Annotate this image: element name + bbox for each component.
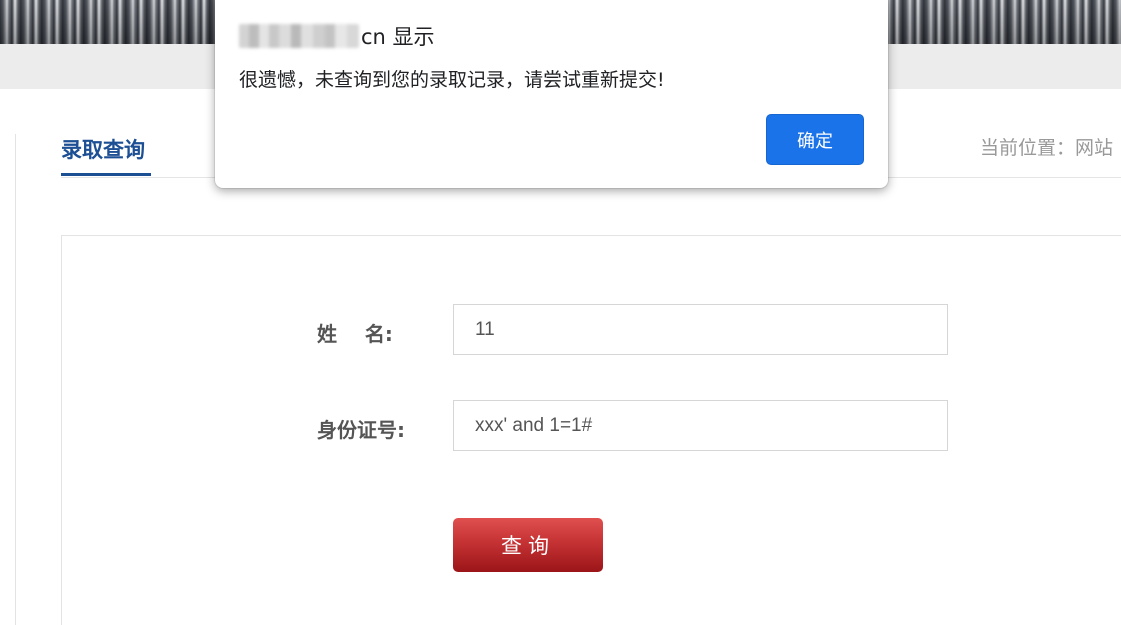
id-number-label: 身份证号:: [317, 418, 405, 442]
name-input[interactable]: [453, 304, 948, 355]
dialog-title: cn 显示: [239, 22, 435, 50]
blurred-domain-placeholder: [239, 24, 359, 48]
tab-active-indicator: [61, 173, 151, 176]
page: 录取查询 当前位置：网站 姓 名: 身份证号: 查询 cn 显示 很遗憾，未查询…: [0, 0, 1121, 625]
alert-dialog: cn 显示 很遗憾，未查询到您的录取记录，请尝试重新提交! 确定: [215, 0, 888, 188]
dialog-message: 很遗憾，未查询到您的录取记录，请尝试重新提交!: [239, 69, 665, 91]
tab-admission-query[interactable]: 录取查询: [61, 134, 145, 164]
sidebar-divider: [15, 134, 16, 625]
id-number-input[interactable]: [453, 400, 948, 451]
dialog-title-text: cn 显示: [361, 25, 435, 49]
name-label: 姓 名:: [317, 322, 393, 346]
dialog-ok-button[interactable]: 确定: [766, 114, 864, 165]
query-button[interactable]: 查询: [453, 518, 603, 572]
breadcrumb: 当前位置：网站: [980, 137, 1114, 159]
